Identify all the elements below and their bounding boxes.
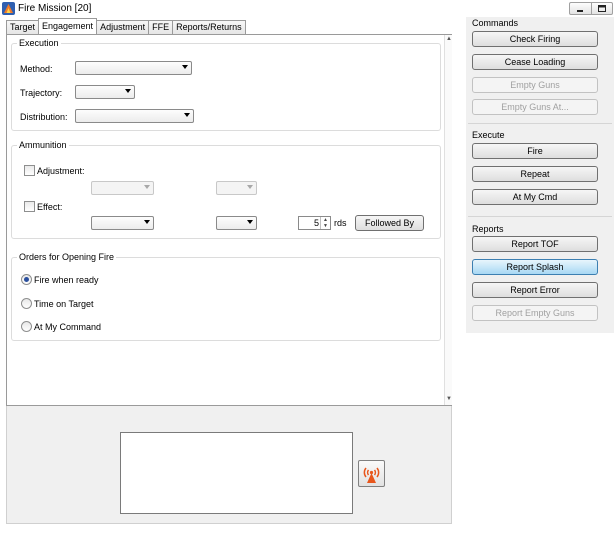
fire-when-ready-radio[interactable] [21, 274, 32, 285]
fire-mission-app-icon [2, 2, 15, 15]
tab-reports-returns[interactable]: Reports/Returns [172, 20, 246, 34]
commands-heading: Commands [472, 18, 519, 28]
report-tof-button[interactable]: Report TOF [472, 236, 598, 252]
time-on-target-label: Time on Target [34, 299, 94, 309]
trajectory-label: Trajectory: [20, 88, 63, 98]
time-on-target-radio[interactable] [21, 298, 32, 309]
chevron-down-icon [182, 65, 188, 69]
chevron-down-icon [125, 89, 131, 93]
vertical-scrollbar[interactable]: ▲ ▼ [444, 35, 452, 405]
antenna-icon [363, 467, 380, 483]
rounds-value: 5 [313, 218, 319, 228]
at-my-command-label: At My Command [34, 322, 102, 332]
chevron-down-icon [184, 113, 190, 117]
fire-when-ready-label: Fire when ready [34, 275, 99, 285]
followed-by-button[interactable]: Followed By [355, 215, 424, 231]
execute-heading: Execute [472, 130, 505, 140]
distribution-label: Distribution: [20, 112, 68, 122]
tab-adjustment[interactable]: Adjustment [96, 20, 150, 34]
effect-label: Effect: [37, 202, 63, 212]
rounds-unit-label: rds [334, 218, 347, 228]
ammunition-group: Ammunition Adjustment: Effect: 5 ▲ ▼ rds… [11, 140, 441, 239]
report-empty-guns-button[interactable]: Report Empty Guns [472, 305, 598, 321]
adjustment-label: Adjustment: [37, 166, 85, 176]
empty-guns-button[interactable]: Empty Guns [472, 77, 598, 93]
effect-ammo-dropdown[interactable] [91, 216, 154, 230]
method-dropdown[interactable] [75, 61, 192, 75]
minimize-button[interactable] [570, 3, 591, 14]
window-controls [569, 2, 613, 15]
spin-down-icon[interactable]: ▼ [321, 223, 330, 229]
rounds-stepper[interactable]: 5 ▲ ▼ [298, 216, 331, 230]
adjustment-fuze-dropdown[interactable] [216, 181, 257, 195]
report-splash-button[interactable]: Report Splash [472, 259, 598, 275]
cease-loading-button[interactable]: Cease Loading [472, 54, 598, 70]
at-my-command-radio[interactable] [21, 321, 32, 332]
orders-group: Orders for Opening Fire Fire when ready … [11, 252, 441, 341]
orders-group-title: Orders for Opening Fire [17, 252, 117, 262]
execution-group: Execution Method: Trajectory: Distributi… [11, 38, 441, 131]
tab-ffe[interactable]: FFE [148, 20, 174, 34]
message-box[interactable] [120, 432, 353, 514]
execute-separator [468, 216, 612, 217]
minimize-icon [577, 9, 584, 12]
scroll-up-icon[interactable]: ▲ [445, 35, 453, 43]
repeat-button[interactable]: Repeat [472, 166, 598, 182]
execution-group-title: Execution [17, 38, 61, 48]
window-title: Fire Mission [20] [18, 3, 92, 14]
command-panel: Commands Check Firing Cease Loading Empt… [466, 17, 614, 333]
rounds-stepper-buttons: ▲ ▼ [320, 217, 330, 229]
ammunition-group-title: Ammunition [17, 140, 69, 150]
reports-heading: Reports [472, 224, 504, 234]
at-my-cmd-button[interactable]: At My Cmd [472, 189, 598, 205]
trajectory-dropdown[interactable] [75, 85, 135, 99]
transmit-button[interactable] [358, 460, 385, 487]
engagement-panel: Execution Method: Trajectory: Distributi… [6, 34, 452, 406]
fire-button[interactable]: Fire [472, 143, 598, 159]
chevron-down-icon [144, 185, 150, 189]
chevron-down-icon [247, 220, 253, 224]
tab-strip: Target Engagement Adjustment FFE Reports… [6, 18, 246, 34]
chevron-down-icon [247, 185, 253, 189]
maximize-icon [597, 5, 606, 12]
adjustment-ammo-dropdown[interactable] [91, 181, 154, 195]
title-bar: Fire Mission [20] [0, 0, 616, 17]
method-label: Method: [20, 64, 53, 74]
check-firing-button[interactable]: Check Firing [472, 31, 598, 47]
tab-engagement[interactable]: Engagement [38, 18, 98, 34]
empty-guns-at-button[interactable]: Empty Guns At... [472, 99, 598, 115]
effect-checkbox[interactable] [24, 201, 35, 212]
tab-target[interactable]: Target [6, 20, 40, 34]
adjustment-checkbox[interactable] [24, 165, 35, 176]
report-error-button[interactable]: Report Error [472, 282, 598, 298]
scroll-down-icon[interactable]: ▼ [445, 395, 453, 403]
chevron-down-icon [144, 220, 150, 224]
maximize-button[interactable] [590, 3, 613, 14]
commands-separator [468, 123, 612, 124]
distribution-dropdown[interactable] [75, 109, 194, 123]
effect-fuze-dropdown[interactable] [216, 216, 257, 230]
